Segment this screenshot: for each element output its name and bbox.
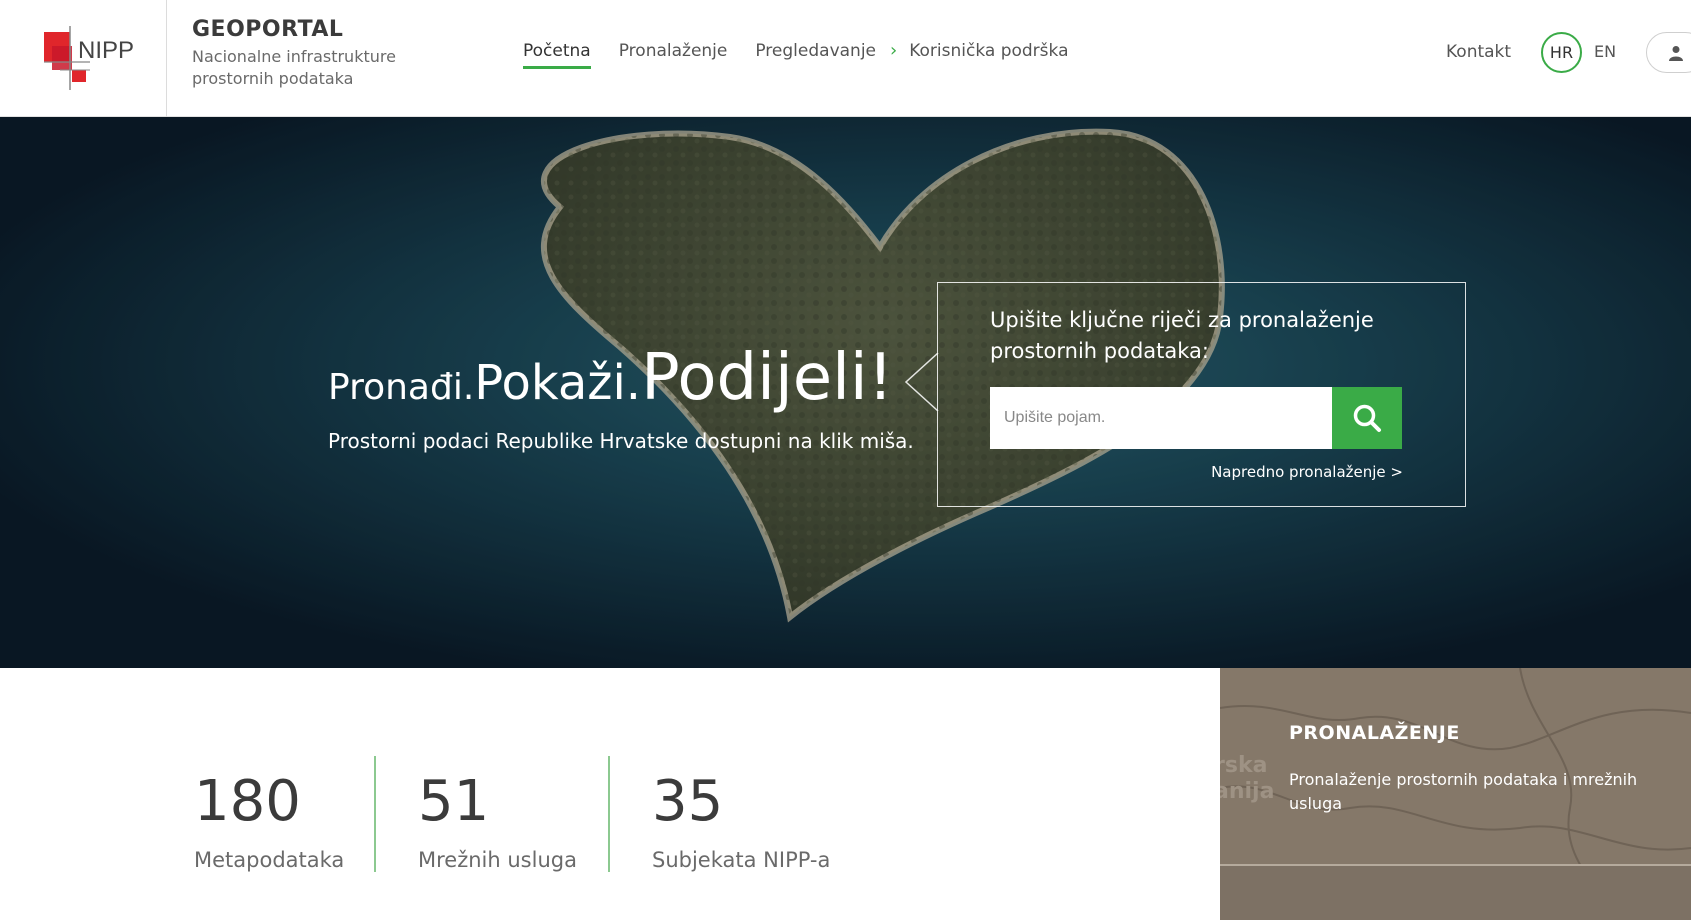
stat-divider [374, 756, 376, 872]
map-label: anija [1220, 779, 1274, 804]
svg-text:NIPP: NIPP [78, 37, 134, 64]
tagline-podijeli: Podijeli! [641, 341, 894, 415]
site-header: NIPP GEOPORTAL Nacionalne infrastrukture… [0, 0, 1691, 117]
stat-label: Mrežnih usluga [418, 848, 577, 872]
nav-korisnicka-podrska[interactable]: Korisnička podrška [909, 41, 1068, 69]
pronalazenje-card[interactable]: rska anija PRONALAŽENJE Pronalaženje pro… [1220, 668, 1691, 920]
search-panel: Upišite ključne riječi za pronalaženje p… [937, 282, 1466, 507]
stat-divider [608, 756, 610, 872]
stat-value: 180 [194, 769, 301, 834]
stat-label: Metapodataka [194, 848, 345, 872]
lang-en-button[interactable]: EN [1594, 42, 1616, 61]
card-text: Pronalaženje prostornih podataka i mrežn… [1289, 770, 1638, 813]
advanced-search-link[interactable]: Napredno pronalaženje > [1211, 463, 1403, 481]
search-input[interactable] [990, 387, 1332, 449]
chevron-right-icon: › [890, 40, 898, 61]
stat-mreznih-usluga: 51 Mrežnih usluga [418, 769, 577, 873]
kontakt-link[interactable]: Kontakt [1446, 42, 1511, 62]
stat-label: Subjekata NIPP-a [652, 848, 831, 872]
main-nav: Početna Pronalaženje Pregledavanje › Kor… [523, 40, 1097, 69]
tagline-pronadi: Pronađi. [328, 367, 475, 408]
nav-pocetna[interactable]: Početna [523, 41, 591, 69]
tagline-pokazi: Pokaži. [474, 355, 642, 411]
search-button[interactable] [1332, 387, 1402, 449]
hero-banner: Pronađi.Pokaži.Podijeli! Prostorni podac… [0, 117, 1691, 668]
card-title: PRONALAŽENJE [1289, 722, 1460, 744]
stat-metapodataka: 180 Metapodataka [194, 769, 345, 873]
stat-value: 35 [652, 769, 724, 834]
stats-section: 180 Metapodataka 51 Mrežnih usluga 35 Su… [0, 668, 1220, 920]
site-title: GEOPORTAL [192, 17, 344, 42]
map-label: rska [1220, 753, 1267, 778]
user-login-button[interactable] [1646, 32, 1691, 73]
stat-subjekata: 35 Subjekata NIPP-a [652, 769, 831, 873]
hero-tagline: Pronađi.Pokaži.Podijeli! [328, 341, 893, 415]
search-box-pointer [905, 353, 939, 411]
hero-subtitle: Prostorni podaci Republike Hrvatske dost… [328, 429, 914, 453]
nav-pronalazenje[interactable]: Pronalaženje [619, 41, 728, 69]
search-icon [1353, 404, 1381, 432]
search-label: Upišite ključne riječi za pronalaženje p… [990, 308, 1374, 363]
user-icon [1669, 45, 1683, 61]
nipp-logo-icon: NIPP [44, 26, 134, 90]
site-subtitle: Nacionalne infrastrukture prostornih pod… [192, 47, 396, 88]
nav-pregledavanje[interactable]: Pregledavanje [755, 41, 876, 69]
logo-link[interactable]: NIPP [0, 0, 167, 117]
stat-value: 51 [418, 769, 490, 834]
lang-hr-button[interactable]: HR [1541, 32, 1582, 73]
